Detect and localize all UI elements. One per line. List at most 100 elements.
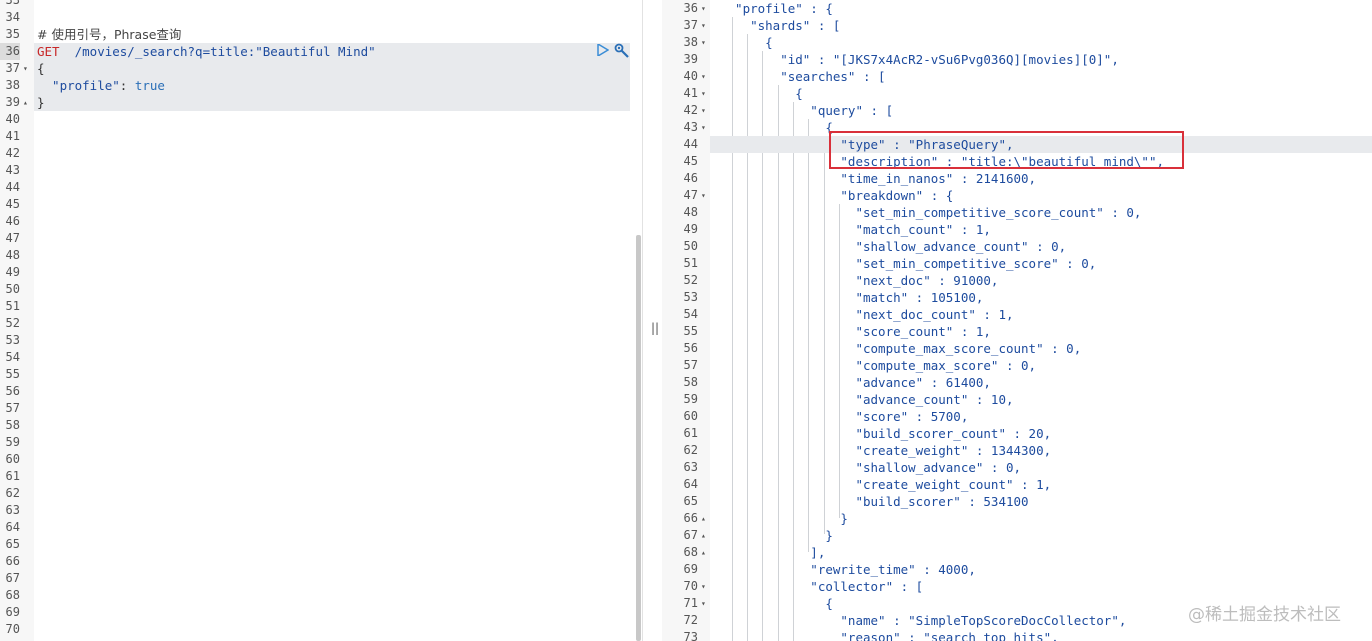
editor-line[interactable]: 34: [0, 9, 636, 26]
editor-line[interactable]: 42: [0, 145, 636, 162]
fold-toggle-icon[interactable]: ▾: [701, 102, 706, 119]
fold-toggle-icon[interactable]: ▴: [701, 527, 706, 544]
fold-toggle-icon[interactable]: ▴: [23, 94, 28, 111]
response-line[interactable]: 37 ▾ "shards" : [: [662, 17, 1372, 34]
response-line[interactable]: 40 ▾ "searches" : [: [662, 68, 1372, 85]
editor-line[interactable]: 52: [0, 315, 636, 332]
code-text: {: [720, 35, 773, 50]
editor-line[interactable]: 49: [0, 264, 636, 281]
line-number: 67: [5, 571, 20, 585]
request-editor-scrollbar[interactable]: [636, 235, 641, 641]
editor-line[interactable]: 55: [0, 366, 636, 383]
editor-line[interactable]: 45: [0, 196, 636, 213]
response-line[interactable]: 68 ▴ ],: [662, 544, 1372, 561]
editor-line[interactable]: 70: [0, 621, 636, 638]
request-editor[interactable]: 33 34 35 # 使用引号，Phrase查询 36 GET /movies/_sear…: [0, 0, 642, 641]
response-line[interactable]: 62 "create_weight" : 1344300,: [662, 442, 1372, 459]
response-line[interactable]: 42 ▾ "query" : [: [662, 102, 1372, 119]
response-line[interactable]: 54 "next_doc_count" : 1,: [662, 306, 1372, 323]
line-number: 40: [5, 112, 20, 126]
editor-line[interactable]: 69: [0, 604, 636, 621]
editor-line[interactable]: 63: [0, 502, 636, 519]
fold-toggle-icon[interactable]: ▴: [701, 510, 706, 527]
response-line[interactable]: 61 "build_scorer_count" : 20,: [662, 425, 1372, 442]
editor-line[interactable]: 65: [0, 536, 636, 553]
editor-line[interactable]: 48: [0, 247, 636, 264]
editor-line[interactable]: 59: [0, 434, 636, 451]
editor-line[interactable]: 38 "profile": true: [0, 77, 636, 94]
editor-line[interactable]: 54: [0, 349, 636, 366]
active-request-background: [34, 94, 630, 111]
editor-line[interactable]: 40: [0, 111, 636, 128]
editor-line[interactable]: 62: [0, 485, 636, 502]
comment-text: # 使用引号，Phrase查询: [37, 27, 182, 42]
response-line[interactable]: 50 "shallow_advance_count" : 0,: [662, 238, 1372, 255]
response-line[interactable]: 73 "reason" : "search_top_hits",: [662, 629, 1372, 641]
response-line[interactable]: 60 "score" : 5700,: [662, 408, 1372, 425]
response-line[interactable]: 69 "rewrite_time" : 4000,: [662, 561, 1372, 578]
fold-toggle-icon[interactable]: ▾: [701, 595, 706, 612]
pane-resize-handle[interactable]: ||: [651, 321, 659, 335]
editor-line[interactable]: 37 ▾ {: [0, 60, 636, 77]
editor-line[interactable]: 64: [0, 519, 636, 536]
response-line[interactable]: 51 "set_min_competitive_score" : 0,: [662, 255, 1372, 272]
run-request-icon[interactable]: [597, 44, 609, 56]
editor-line[interactable]: 41: [0, 128, 636, 145]
response-line[interactable]: 64 "create_weight_count" : 1,: [662, 476, 1372, 493]
editor-line[interactable]: 60: [0, 451, 636, 468]
fold-toggle-icon[interactable]: ▾: [701, 187, 706, 204]
response-line[interactable]: 58 "advance" : 61400,: [662, 374, 1372, 391]
editor-line[interactable]: 44: [0, 179, 636, 196]
fold-toggle-icon[interactable]: ▾: [701, 34, 706, 51]
response-line[interactable]: 36 ▾ "profile" : {: [662, 0, 1372, 17]
fold-toggle-icon[interactable]: ▾: [701, 17, 706, 34]
response-line[interactable]: 59 "advance_count" : 10,: [662, 391, 1372, 408]
editor-line[interactable]: 51: [0, 298, 636, 315]
fold-toggle-icon[interactable]: ▾: [701, 68, 706, 85]
editor-line[interactable]: 57: [0, 400, 636, 417]
fold-toggle-icon[interactable]: ▾: [701, 578, 706, 595]
editor-line[interactable]: 66: [0, 553, 636, 570]
editor-line[interactable]: 35 # 使用引号，Phrase查询: [0, 26, 636, 43]
editor-line[interactable]: 58: [0, 417, 636, 434]
editor-line[interactable]: 33: [0, 0, 636, 9]
response-line[interactable]: 52 "next_doc" : 91000,: [662, 272, 1372, 289]
response-line[interactable]: 55 "score_count" : 1,: [662, 323, 1372, 340]
response-line[interactable]: 46 "time_in_nanos" : 2141600,: [662, 170, 1372, 187]
response-line[interactable]: 38 ▾ {: [662, 34, 1372, 51]
fold-toggle-icon[interactable]: ▾: [701, 0, 706, 17]
editor-line[interactable]: 50: [0, 281, 636, 298]
fold-toggle-icon[interactable]: ▴: [701, 544, 706, 561]
response-viewer[interactable]: 36 ▾ "profile" : {37 ▾ "shards" : [38 ▾ {39…: [662, 0, 1372, 641]
response-line[interactable]: 67 ▴ }: [662, 527, 1372, 544]
response-line[interactable]: 63 "shallow_advance" : 0,: [662, 459, 1372, 476]
watermark-text: @稀土掘金技术社区: [1188, 605, 1341, 625]
editor-line[interactable]: 39 ▴}: [0, 94, 636, 111]
fold-toggle-icon[interactable]: ▾: [701, 119, 706, 136]
response-line[interactable]: 56 "compute_max_score_count" : 0,: [662, 340, 1372, 357]
response-line[interactable]: 41 ▾ {: [662, 85, 1372, 102]
editor-line[interactable]: 68: [0, 587, 636, 604]
editor-line[interactable]: 46: [0, 213, 636, 230]
fold-toggle-icon[interactable]: ▾: [23, 60, 28, 77]
line-number: 37: [5, 61, 20, 75]
code-text: "next_doc" : 91000,: [720, 273, 999, 288]
response-line[interactable]: 49 "match_count" : 1,: [662, 221, 1372, 238]
response-line[interactable]: 70 ▾ "collector" : [: [662, 578, 1372, 595]
editor-line[interactable]: 67: [0, 570, 636, 587]
editor-line[interactable]: 53: [0, 332, 636, 349]
editor-line[interactable]: 56: [0, 383, 636, 400]
response-line[interactable]: 66 ▴ }: [662, 510, 1372, 527]
response-line[interactable]: 65 "build_scorer" : 534100: [662, 493, 1372, 510]
editor-line[interactable]: 61: [0, 468, 636, 485]
response-line[interactable]: 53 "match" : 105100,: [662, 289, 1372, 306]
response-line[interactable]: 48 "set_min_competitive_score_count" : 0…: [662, 204, 1372, 221]
response-line[interactable]: 47 ▾ "breakdown" : {: [662, 187, 1372, 204]
fold-toggle-icon[interactable]: ▾: [701, 85, 706, 102]
editor-line[interactable]: 36 GET /movies/_search?q=title:"Beautiful…: [0, 43, 636, 60]
response-line[interactable]: 57 "compute_max_score" : 0,: [662, 357, 1372, 374]
editor-line[interactable]: 43: [0, 162, 636, 179]
editor-line[interactable]: 47: [0, 230, 636, 247]
response-line[interactable]: 39 "id" : "[JKS7x4AcR2-vSu6Pvg036Q][movi…: [662, 51, 1372, 68]
wrench-icon[interactable]: [614, 43, 630, 59]
